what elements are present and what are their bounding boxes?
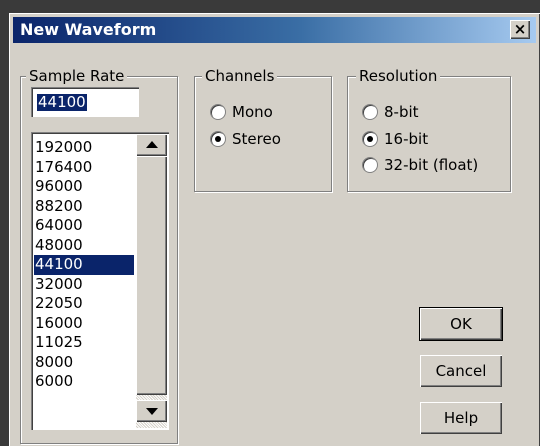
sample-rate-scrollbar[interactable] (136, 134, 167, 428)
sample-rate-list-item[interactable]: 64000 (34, 216, 134, 236)
sample-rate-list-item[interactable]: 48000 (34, 236, 134, 256)
radio-dot-16bit (367, 136, 373, 142)
resolution-option-label: 16-bit (384, 130, 429, 148)
arrow-down-icon (146, 408, 158, 415)
sample-rate-list-item[interactable]: 192000 (34, 138, 134, 158)
close-button[interactable]: × (510, 20, 530, 39)
sample-rate-group-label: Sample Rate (26, 66, 128, 86)
sample-rate-list-item[interactable]: 6000 (34, 372, 134, 392)
sample-rate-list-item[interactable]: 11025 (34, 333, 134, 353)
sample-rate-list-item[interactable]: 44100 (34, 255, 134, 275)
scroll-down-button[interactable] (136, 400, 167, 422)
sample-rate-list-item[interactable]: 32000 (34, 275, 134, 295)
sample-rate-input[interactable]: 44100 (31, 87, 139, 117)
scroll-up-button[interactable] (136, 134, 167, 156)
sample-rate-input-value: 44100 (37, 93, 87, 111)
close-icon: × (513, 20, 527, 38)
channels-group-label: Channels (202, 66, 278, 86)
radio-button[interactable] (362, 157, 378, 173)
sample-rate-list[interactable]: 192000 176400 96000 88200 64000 48000 44100 320… (31, 132, 169, 430)
dialog-title: New Waveform (20, 20, 157, 39)
ok-button[interactable]: OK (419, 307, 503, 341)
cancel-button[interactable]: Cancel (420, 355, 502, 387)
help-button[interactable]: Help (420, 402, 502, 434)
resolution-option-label: 32-bit (float) (384, 156, 479, 174)
sample-rate-list-item[interactable]: 8000 (34, 353, 134, 373)
sample-rate-list-items: 192000 176400 96000 88200 64000 48000 44100 320… (34, 138, 134, 392)
sample-rate-list-item[interactable]: 96000 (34, 177, 134, 197)
resolution-option-label: 8-bit (384, 103, 419, 121)
sample-rate-list-item[interactable]: 88200 (34, 197, 134, 217)
radio-button[interactable] (210, 104, 226, 120)
sample-rate-list-item[interactable]: 176400 (34, 158, 134, 178)
channels-option-label: Stereo (232, 130, 281, 148)
radio-button[interactable] (210, 131, 226, 147)
radio-button[interactable] (362, 131, 378, 147)
resolution-group-label: Resolution (356, 66, 441, 86)
sample-rate-list-item[interactable]: 16000 (34, 314, 134, 334)
sample-rate-list-item[interactable]: 22050 (34, 294, 134, 314)
channels-option-label: Mono (232, 103, 273, 121)
radio-dot-stereo (215, 136, 221, 142)
scroll-thumb[interactable] (136, 156, 167, 395)
title-bar[interactable]: New Waveform × (13, 17, 536, 43)
radio-button[interactable] (362, 104, 378, 120)
arrow-up-icon (146, 141, 158, 148)
